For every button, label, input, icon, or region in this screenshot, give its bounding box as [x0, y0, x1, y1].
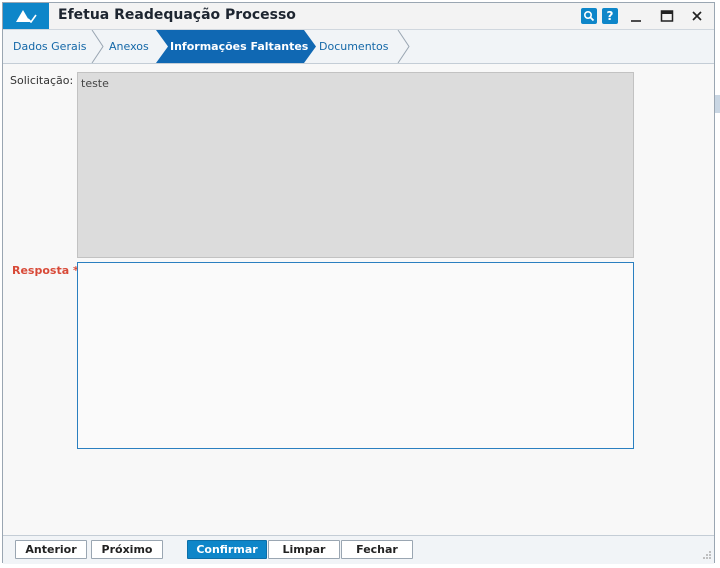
tab-informacoes-faltantes[interactable]: Informações Faltantes [170, 30, 310, 63]
tab-dados-gerais-label: Dados Gerais [13, 40, 87, 53]
wizard-tabs: Dados Gerais Anexos Informações Faltante… [3, 30, 714, 64]
resposta-textarea[interactable] [77, 262, 634, 449]
proximo-button[interactable]: Próximo [91, 540, 163, 559]
limpar-button[interactable]: Limpar [268, 540, 340, 559]
title-bar: Efetua Readequação Processo ? [3, 3, 714, 30]
help-label: ? [606, 9, 614, 23]
tab-documentos[interactable]: Documentos [319, 30, 405, 63]
anterior-button[interactable]: Anterior [15, 540, 87, 559]
tab-informacoes-faltantes-label: Informações Faltantes [170, 40, 309, 53]
search-icon[interactable] [581, 8, 597, 24]
confirmar-button[interactable]: Confirmar [187, 540, 267, 559]
maximize-icon[interactable] [658, 7, 676, 25]
resposta-label: Resposta * [12, 264, 79, 277]
resize-grip-icon[interactable] [702, 550, 712, 560]
tab-documentos-label: Documentos [319, 40, 389, 53]
tab-separator-icon [397, 30, 410, 63]
tab-anexos-label: Anexos [109, 40, 149, 53]
solicitacao-label: Solicitação: [10, 74, 74, 87]
window-title: Efetua Readequação Processo [58, 7, 296, 23]
minimize-icon[interactable] [627, 7, 645, 25]
solicitacao-field: teste [77, 72, 634, 258]
footer-bar: Anterior Próximo Confirmar Limpar Fechar [3, 535, 714, 564]
tab-anexos[interactable]: Anexos [101, 30, 157, 63]
tab-dados-gerais[interactable]: Dados Gerais [3, 30, 93, 63]
help-icon[interactable]: ? [602, 8, 618, 24]
fechar-button[interactable]: Fechar [341, 540, 413, 559]
dialog-window: Efetua Readequação Processo ? Dados Gera… [2, 2, 715, 564]
close-icon[interactable] [688, 7, 706, 25]
app-logo-icon [3, 3, 49, 29]
background-strip [715, 95, 720, 113]
